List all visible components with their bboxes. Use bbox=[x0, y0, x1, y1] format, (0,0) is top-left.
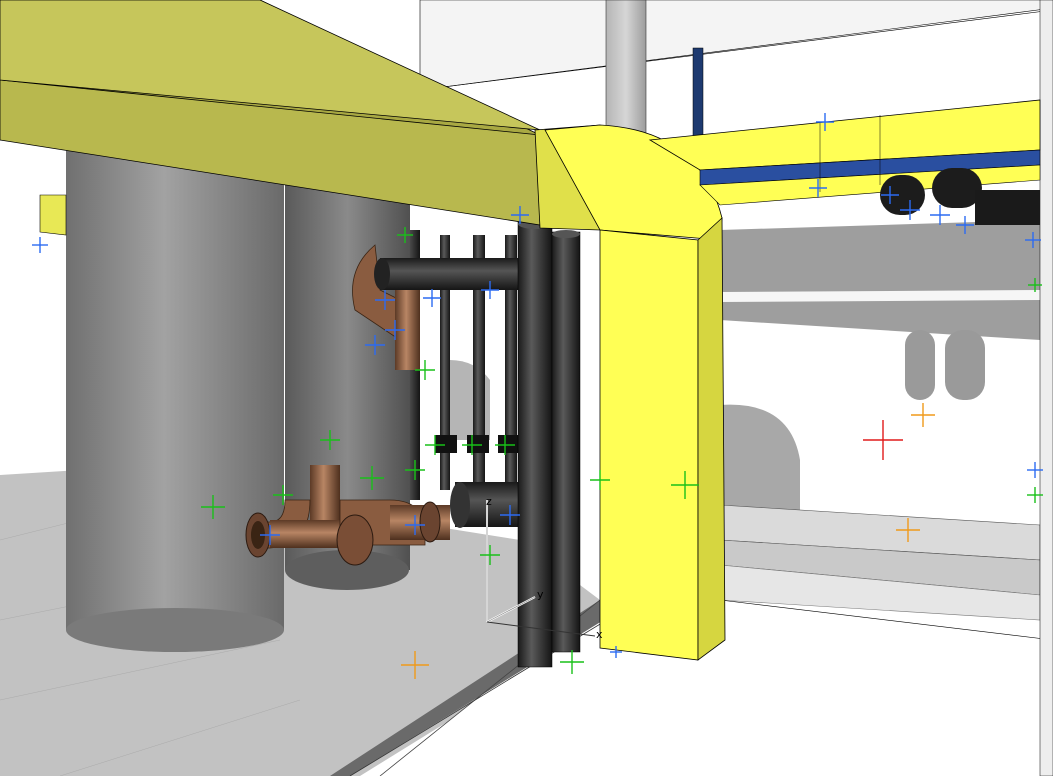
axis-label-y: y bbox=[537, 588, 544, 601]
hanger-rod bbox=[692, 47, 704, 144]
3d-model-viewport[interactable]: z y x bbox=[0, 0, 1053, 776]
axis-label-z: z bbox=[486, 495, 492, 508]
axis-label-x: x bbox=[596, 628, 603, 641]
insulated-pipe-vertical-front bbox=[517, 219, 581, 668]
valve-cluster bbox=[435, 435, 520, 453]
concrete-column bbox=[605, 0, 647, 141]
tank-cylinder-front bbox=[66, 150, 284, 652]
